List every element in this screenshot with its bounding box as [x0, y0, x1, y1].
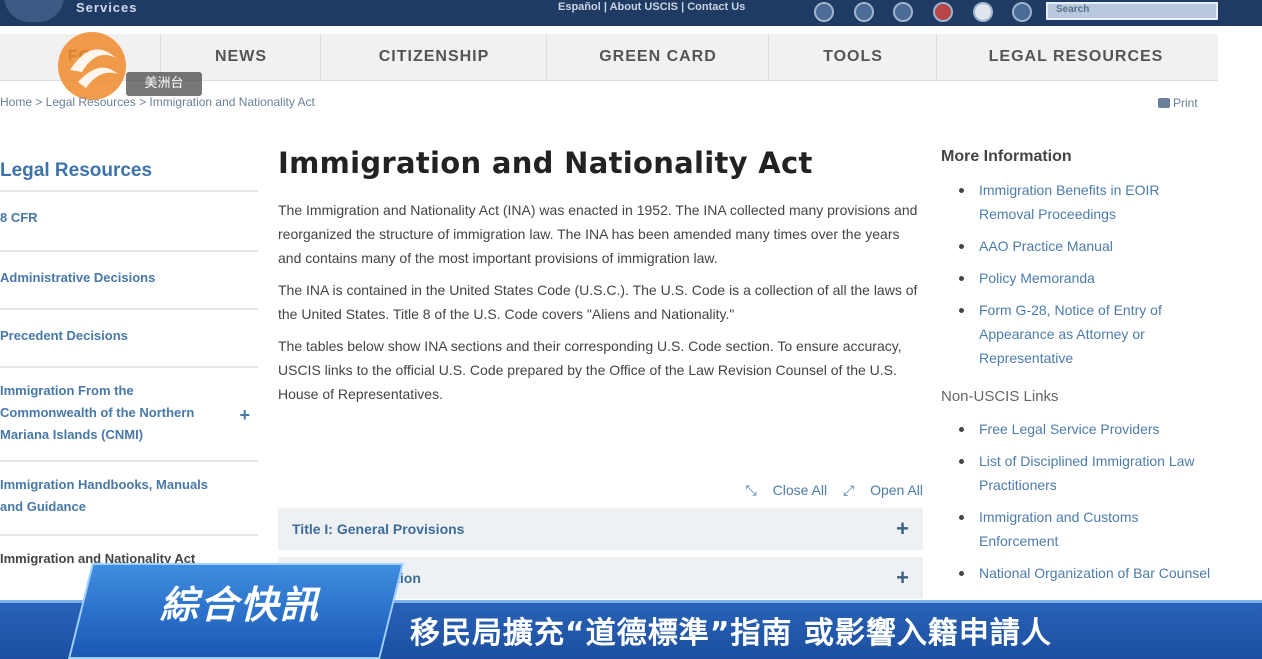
brand-text: Services: [76, 0, 138, 15]
usc-paragraph: The INA is contained in the United State…: [278, 282, 918, 322]
phoenix-tv-logo-icon: [58, 32, 126, 100]
accordion-label: Title I: General Provisions: [292, 521, 465, 537]
list-item[interactable]: List of Disciplined Immigration Law Prac…: [941, 449, 1211, 497]
uscis-seal-logo[interactable]: [4, 0, 64, 22]
facebook-icon[interactable]: [814, 2, 834, 22]
sidebar-item-cnmi[interactable]: Immigration From the Commonwealth of the…: [0, 368, 258, 462]
sidebar-item-8-cfr[interactable]: 8 CFR: [0, 192, 258, 252]
right-column: More Information Immigration Benefits in…: [941, 148, 1211, 593]
twitter-icon[interactable]: [854, 2, 874, 22]
sidebar-item-handbooks[interactable]: Immigration Handbooks, Manuals and Guida…: [0, 462, 258, 536]
nav-item-legal-resources[interactable]: LEGAL RESOURCES: [936, 34, 1215, 80]
youtube-icon[interactable]: [933, 2, 953, 22]
sidebar-heading[interactable]: Legal Resources: [0, 150, 258, 192]
nav-item-green-card[interactable]: GREEN CARD: [546, 34, 769, 80]
list-item[interactable]: Immigration Benefits in EOIR Removal Pro…: [941, 178, 1211, 226]
rss-icon[interactable]: [1012, 2, 1032, 22]
nav-item-tools[interactable]: TOOLS: [768, 34, 937, 80]
expand-plus-icon[interactable]: +: [896, 508, 909, 550]
more-information-list: Immigration Benefits in EOIR Removal Pro…: [941, 178, 1211, 370]
non-uscis-heading: Non-USCIS Links: [941, 388, 1059, 405]
list-item[interactable]: Form G-28, Notice of Entry of Appearance…: [941, 298, 1211, 370]
non-uscis-list: Free Legal Service Providers List of Dis…: [941, 417, 1211, 585]
nav-item-citizenship[interactable]: CITIZENSHIP: [320, 34, 547, 80]
blog-icon[interactable]: [973, 2, 993, 22]
print-link[interactable]: Print: [1158, 96, 1198, 110]
page-margin: [1218, 26, 1262, 600]
email-icon[interactable]: [893, 2, 913, 22]
expand-plus-icon[interactable]: +: [896, 557, 909, 599]
list-item[interactable]: National Organization of Bar Counsel: [941, 561, 1211, 585]
printer-icon: [1158, 98, 1170, 108]
utility-links[interactable]: Español | About USCIS | Contact Us: [558, 1, 745, 13]
accordion-toggles: ⤡ Close All ⤢ Open All: [278, 482, 923, 499]
print-label: Print: [1173, 96, 1198, 110]
banner-tag-text: 綜合快訊: [159, 583, 320, 627]
list-item[interactable]: Free Legal Service Providers: [941, 417, 1211, 441]
sidebar-item-label: Administrative Decisions: [0, 270, 156, 285]
search-input[interactable]: Search: [1046, 2, 1218, 20]
sidebar-item-label: Immigration Handbooks, Manuals and Guida…: [0, 477, 209, 514]
sidebar: Legal Resources 8 CFR Administrative Dec…: [0, 150, 258, 596]
list-item[interactable]: Policy Memoranda: [941, 266, 1211, 290]
sidebar-item-administrative-decisions[interactable]: Administrative Decisions: [0, 252, 258, 310]
search-placeholder: Search: [1056, 4, 1090, 15]
main-content: Immigration and Nationality Act The Immi…: [278, 146, 923, 414]
close-all-label: Close All: [772, 482, 828, 498]
sidebar-item-label: Immigration From the Commonwealth of the…: [0, 383, 195, 442]
expand-plus-icon[interactable]: +: [239, 404, 250, 426]
sidebar-item-precedent-decisions[interactable]: Precedent Decisions: [0, 310, 258, 368]
close-all-button[interactable]: ⤡ Close All: [746, 482, 828, 498]
watermark-tag: 美洲台: [126, 72, 202, 96]
tables-paragraph: The tables below show INA sections and t…: [278, 338, 902, 402]
site-header: Services Español | About USCIS | Contact…: [0, 0, 1262, 26]
open-all-label: Open All: [870, 482, 923, 498]
accordion-title-1[interactable]: Title I: General Provisions +: [278, 508, 923, 550]
more-information-heading: More Information: [941, 148, 1072, 165]
sidebar-item-label: Precedent Decisions: [0, 328, 128, 343]
list-item[interactable]: Immigration and Customs Enforcement: [941, 505, 1211, 553]
open-all-button[interactable]: ⤢ Open All: [843, 482, 923, 498]
sidebar-item-label: 8 CFR: [0, 210, 38, 225]
breadcrumb[interactable]: Home > Legal Resources > Immigration and…: [0, 95, 315, 109]
list-item[interactable]: AAO Practice Manual: [941, 234, 1211, 258]
page-title: Immigration and Nationality Act: [278, 146, 813, 180]
intro-paragraph: The Immigration and Nationality Act (INA…: [278, 202, 918, 266]
banner-headline: 移民局擴充“道德標準”指南 或影響入籍申請人: [410, 616, 1052, 651]
